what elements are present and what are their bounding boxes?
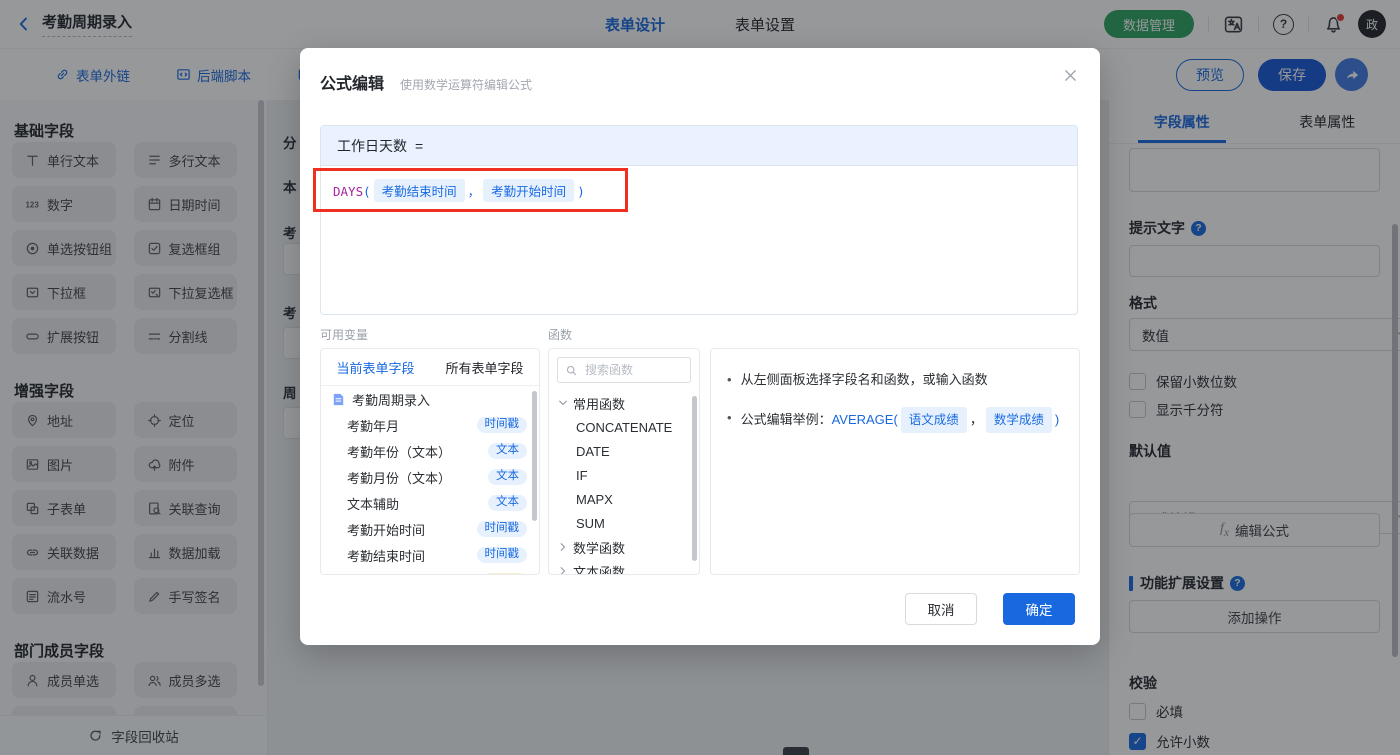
function-group-label: 数学函数 [573, 540, 626, 556]
variables-list: 考勤周期录入 考勤年月 时间戳 考勤年份（文本） 文本 考勤月份（文本） 文本 文本辅助 文本考… [321, 386, 539, 574]
formula-box: 工作日天数 = DAYS(考勤结束时间，考勤开始时间) [320, 125, 1078, 315]
comma: ， [467, 184, 481, 199]
variables-panel: 当前表单字段 所有表单字段 考勤周期录入 考勤年月 时间戳 考勤年份（文本） 文本 考勤月… [320, 348, 540, 575]
formula-input-area[interactable]: DAYS(考勤结束时间，考勤开始时间) [321, 166, 1077, 215]
open-paren: ( [363, 184, 371, 199]
functions-label: 函数 [548, 328, 573, 342]
variable-row[interactable] [321, 568, 539, 574]
variable-row[interactable]: 考勤年份（文本） 文本 [321, 438, 539, 464]
modal-subtitle: 使用数学运算符编辑公式 [400, 78, 533, 92]
help-example-text: 公式编辑举例：AVERAGE(语文成绩，数学成绩) [740, 407, 1060, 433]
formula-target: 工作日天数 [337, 137, 407, 154]
variables-tabs: 当前表单字段 所有表单字段 [321, 349, 539, 386]
function-item[interactable]: IF [549, 463, 699, 487]
chevron-down-icon [557, 397, 569, 409]
function-item[interactable]: DATE [549, 439, 699, 463]
form-doc-icon [331, 392, 346, 407]
example-chip: 语文成绩 [900, 407, 967, 433]
variable-name: 考勤月份（文本） [347, 470, 452, 486]
variable-row[interactable]: 文本辅助 文本 [321, 490, 539, 516]
example-chip: 数学成绩 [985, 407, 1052, 433]
function-group[interactable]: 常用函数 [549, 391, 699, 415]
variable-row[interactable]: 考勤年月 时间戳 [321, 412, 539, 438]
chevron-right-icon [557, 565, 569, 574]
variable-name: 考勤年份（文本） [347, 444, 452, 460]
functions-panel: 常用函数 CONCATENATEDATEIFMAPXSUM 数学函数文本函数 [548, 348, 700, 575]
tab-current-form-fields[interactable]: 当前表单字段 [321, 349, 430, 385]
variables-scrollbar[interactable] [532, 391, 537, 521]
variable-type-badge: 时间戳 [476, 521, 527, 537]
close-paren: ) [577, 184, 585, 199]
modal-title: 公式编辑 [320, 76, 385, 93]
variable-type-badge: 文本 [488, 469, 527, 485]
modal-header: 公式编辑 使用数学运算符编辑公式 [300, 48, 1100, 94]
field-chip[interactable]: 考勤结束时间 [373, 179, 465, 202]
function-search-input[interactable] [583, 362, 683, 378]
help-tip: • 从左侧面板选择字段名和函数，或输入函数 [727, 369, 1063, 391]
example-function: AVERAGE( [831, 412, 898, 427]
function-item[interactable]: CONCATENATE [549, 415, 699, 439]
variable-type-badge [483, 572, 527, 574]
variable-type-badge: 文本 [488, 495, 527, 511]
functions-scrollbar[interactable] [692, 396, 697, 561]
search-icon [565, 364, 578, 377]
formula-function: DAYS [333, 184, 364, 199]
variable-name: 考勤结束时间 [347, 548, 426, 564]
example-close: ) [1054, 412, 1060, 427]
formula-equals: = [415, 137, 424, 154]
variables-form-name: 考勤周期录入 [352, 392, 431, 408]
formula-editor-dialog: 公式编辑 使用数学运算符编辑公式 工作日天数 = DAYS(考勤结束时间，考勤开… [300, 48, 1100, 645]
function-item[interactable]: MAPX [549, 487, 699, 511]
help-example: • 公式编辑举例：AVERAGE(语文成绩，数学成绩) [727, 407, 1063, 433]
variable-type-badge: 文本 [488, 443, 527, 459]
help-tip-text: 从左侧面板选择字段名和函数，或输入函数 [740, 372, 988, 387]
tab-all-form-fields[interactable]: 所有表单字段 [430, 349, 539, 385]
variable-row[interactable]: 考勤开始时间 时间戳 [321, 516, 539, 542]
bullet: • [727, 372, 732, 387]
variables-form-row[interactable]: 考勤周期录入 [321, 386, 539, 412]
variable-name: 考勤年月 [347, 418, 400, 434]
function-group-label: 文本函数 [573, 564, 626, 575]
variable-type-badge: 时间戳 [476, 417, 527, 433]
chevron-right-icon [557, 541, 569, 553]
variable-row[interactable]: 考勤结束时间 时间戳 [321, 542, 539, 568]
function-group[interactable]: 数学函数 [549, 535, 699, 559]
variable-row[interactable]: 考勤月份（文本） 文本 [321, 464, 539, 490]
variables-label: 可用变量 [320, 328, 369, 342]
confirm-button[interactable]: 确定 [1003, 593, 1075, 625]
bullet: • [727, 410, 732, 425]
variable-name: 文本辅助 [347, 496, 400, 512]
variable-name: 考勤开始时间 [347, 522, 426, 538]
comma: ， [969, 412, 983, 427]
variable-type-badge: 时间戳 [476, 547, 527, 563]
function-group-label: 常用函数 [573, 396, 626, 412]
function-item[interactable]: SUM [549, 511, 699, 535]
close-icon[interactable] [1063, 68, 1078, 83]
example-prefix: 公式编辑举例： [740, 412, 832, 427]
help-panel: • 从左侧面板选择字段名和函数，或输入函数 • 公式编辑举例：AVERAGE(语… [710, 348, 1080, 575]
cancel-button[interactable]: 取消 [905, 593, 977, 625]
function-search [557, 357, 691, 383]
field-chip[interactable]: 考勤开始时间 [483, 179, 575, 202]
formula-target-row: 工作日天数 = [321, 126, 1077, 166]
functions-list: 常用函数 CONCATENATE DATE IF MAPX SUM 数学函数文本函数 [549, 391, 699, 575]
function-group[interactable]: 文本函数 [549, 559, 699, 575]
